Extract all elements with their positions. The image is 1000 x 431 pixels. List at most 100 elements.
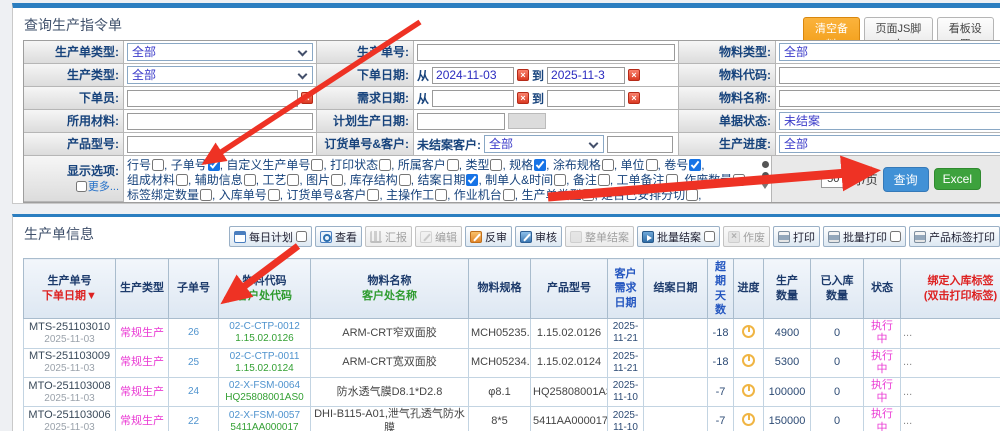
clear-date-icon[interactable]: [517, 92, 529, 104]
display-option-checkbox[interactable]: [208, 159, 220, 171]
order-no-input[interactable]: [417, 44, 675, 61]
cell-material-code[interactable]: 02-X-FSM-00575411AA000017: [219, 407, 311, 431]
display-option-checkbox[interactable]: [686, 189, 698, 201]
progress-clock-icon[interactable]: [742, 413, 755, 426]
customer-select[interactable]: 全部: [484, 135, 604, 153]
display-option-checkbox[interactable]: [287, 174, 299, 186]
scroll-dot[interactable]: [762, 161, 769, 168]
display-option[interactable]: 入库单号: [219, 188, 280, 202]
print-button[interactable]: 打印: [773, 226, 820, 247]
cell-order-no[interactable]: MTO-2511030082025-11-03: [24, 377, 116, 406]
cell-progress[interactable]: [734, 319, 764, 348]
display-option-checkbox[interactable]: [331, 174, 343, 186]
cell-progress[interactable]: [734, 348, 764, 377]
display-option[interactable]: 主操作工: [386, 188, 447, 202]
column-header[interactable]: 生产类型: [116, 259, 169, 319]
toolbar-checkbox[interactable]: [890, 231, 901, 242]
display-option[interactable]: 结案日期: [417, 173, 478, 187]
bind-label-dots[interactable]: ...: [903, 386, 1000, 399]
clear-date-icon[interactable]: [517, 69, 529, 81]
display-option[interactable]: 打印状态: [330, 158, 391, 172]
display-option-checkbox[interactable]: [435, 189, 447, 201]
display-option[interactable]: 类型: [465, 158, 502, 172]
display-option[interactable]: 库存结构: [350, 173, 411, 187]
progress-clock-icon[interactable]: [742, 325, 755, 338]
need-date-to-input[interactable]: [547, 90, 625, 107]
product-model-input[interactable]: [127, 136, 313, 153]
progress-clock-icon[interactable]: [742, 354, 755, 367]
display-option[interactable]: 所属客户: [398, 158, 459, 172]
display-option[interactable]: 涂布规格: [553, 158, 614, 172]
display-option-checkbox[interactable]: [466, 174, 478, 186]
rows-per-page-input[interactable]: [821, 171, 845, 188]
doc-status-select[interactable]: 未结案: [779, 112, 1000, 130]
display-option-checkbox[interactable]: [534, 159, 546, 171]
display-option[interactable]: 自定义生产单号: [226, 158, 323, 172]
column-header[interactable]: 已入库数量: [811, 259, 864, 319]
cell-bind-label[interactable]: ...: [901, 348, 1000, 377]
reverse-audit-button[interactable]: 反审: [465, 226, 512, 247]
used-material-input[interactable]: [127, 113, 313, 130]
column-header[interactable]: 绑定入库标签(双击打印标签): [901, 259, 1000, 319]
batch-print-button[interactable]: 批量打印: [823, 226, 906, 247]
column-header[interactable]: 物料代码客户处代码: [219, 259, 311, 319]
display-option[interactable]: 标签绑定数量: [127, 188, 212, 202]
display-option[interactable]: 备注: [573, 173, 610, 187]
display-option[interactable]: 组成材料: [127, 173, 188, 187]
column-header[interactable]: 物料规格: [469, 259, 531, 319]
daily-plan-button[interactable]: 每日计划: [229, 226, 312, 247]
scroll-down-icon[interactable]: [761, 183, 769, 189]
audit-button[interactable]: 审核: [515, 226, 562, 247]
cell-bind-label[interactable]: ...: [901, 319, 1000, 348]
display-option[interactable]: 制单人&时间: [485, 173, 566, 187]
display-option[interactable]: 规格: [509, 158, 546, 172]
scroll-dot[interactable]: [762, 172, 769, 179]
bind-label-dots[interactable]: ...: [903, 327, 1000, 340]
display-option[interactable]: 卷号: [664, 158, 701, 172]
display-option-checkbox[interactable]: [646, 159, 658, 171]
display-option-checkbox[interactable]: [554, 174, 566, 186]
column-header[interactable]: 生产数量: [764, 259, 811, 319]
display-option-checkbox[interactable]: [268, 189, 280, 201]
display-option-checkbox[interactable]: [490, 159, 502, 171]
display-option-checkbox[interactable]: [367, 189, 379, 201]
cell-material-code[interactable]: 02-C-CTP-00111.15.02.0124: [219, 348, 311, 377]
display-option[interactable]: 是否已安排分切: [601, 188, 698, 202]
plan-date-input[interactable]: [417, 113, 505, 130]
cell-bind-label[interactable]: ...: [901, 407, 1000, 431]
column-header[interactable]: 客户需求日期: [608, 259, 644, 319]
cell-progress[interactable]: [734, 407, 764, 431]
cell-progress[interactable]: [734, 377, 764, 406]
clear-date-icon[interactable]: [628, 92, 640, 104]
cell-order-no[interactable]: MTS-2511030092025-11-03: [24, 348, 116, 377]
view-button[interactable]: 查看: [315, 226, 362, 247]
cell-material-code[interactable]: 02-X-FSM-0064HQ25808001AS0: [219, 377, 311, 406]
column-header[interactable]: 状态: [864, 259, 901, 319]
display-option[interactable]: 作废数量: [684, 173, 745, 187]
material-type-select[interactable]: 全部: [779, 43, 1000, 61]
clear-icon[interactable]: [301, 92, 313, 104]
display-option[interactable]: 生产单类型: [521, 188, 594, 202]
cell-bind-label[interactable]: ...: [901, 377, 1000, 406]
clear-date-icon[interactable]: [628, 69, 640, 81]
display-option-checkbox[interactable]: [447, 159, 459, 171]
mini-scrollbar[interactable]: [761, 161, 769, 189]
operator-input[interactable]: [127, 90, 298, 107]
cell-sub-no[interactable]: 26: [169, 319, 219, 348]
progress-clock-icon[interactable]: [742, 384, 755, 397]
display-option-checkbox[interactable]: [311, 159, 323, 171]
table-row[interactable]: MTO-2511030082025-11-03常规生产2402-X-FSM-00…: [24, 377, 1000, 406]
display-option[interactable]: 辅助信息: [195, 173, 256, 187]
column-header[interactable]: 超期天数: [708, 259, 734, 319]
column-header[interactable]: 子单号: [169, 259, 219, 319]
display-option[interactable]: 行号: [127, 158, 164, 172]
bind-label-dots[interactable]: ...: [903, 356, 1000, 369]
progress-select[interactable]: 全部: [779, 135, 1000, 153]
display-option-checkbox[interactable]: [399, 174, 411, 186]
display-option-checkbox[interactable]: [200, 189, 212, 201]
cell-sub-no[interactable]: 22: [169, 407, 219, 431]
column-header[interactable]: 结案日期: [644, 259, 708, 319]
cell-sub-no[interactable]: 25: [169, 348, 219, 377]
more-options-toggle[interactable]: 更多...: [76, 180, 119, 194]
column-header[interactable]: 物料名称客户处名称: [311, 259, 469, 319]
